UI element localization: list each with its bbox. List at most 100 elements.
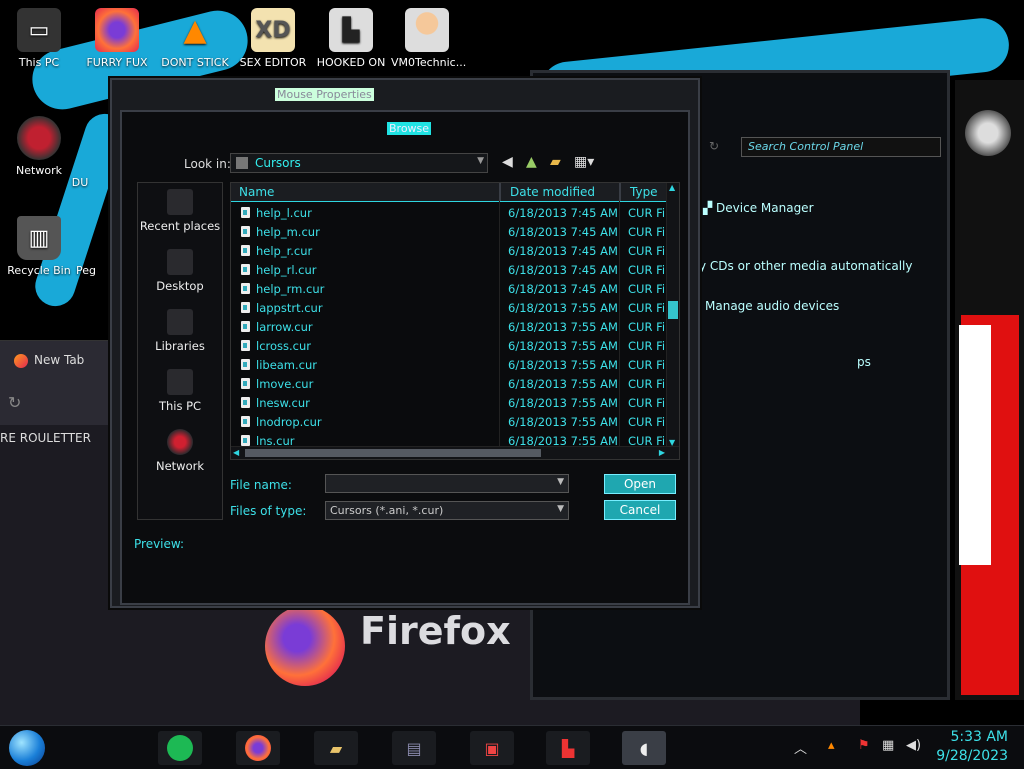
mouse-properties-window: Mouse Properties Browse Look in: Cursors…: [110, 78, 700, 608]
horizontal-scrollbar[interactable]: ◀ ▶: [231, 446, 679, 459]
taskbar-display[interactable]: ▣: [470, 731, 514, 765]
desktop-icon-this-pc[interactable]: ▭ This PC: [3, 8, 75, 69]
file-name: larrow.cur: [256, 320, 313, 334]
look-in-dropdown[interactable]: Cursors ▼: [230, 153, 488, 173]
reload-icon[interactable]: ↻: [8, 393, 21, 412]
cursor-file-icon: [241, 207, 250, 218]
recent-places-icon: [167, 189, 193, 215]
manage-audio-link[interactable]: Manage audio devices: [705, 299, 839, 313]
taskbar-firefox[interactable]: [236, 731, 280, 765]
desktop-icon-peg[interactable]: Peg: [66, 264, 106, 277]
file-row[interactable]: libeam.cur 6/18/2013 7:55 AM CUR File: [231, 355, 675, 374]
desktop-icon-furry-fux[interactable]: FURRY FUX: [81, 8, 153, 69]
file-date: 6/18/2013 7:55 AM: [508, 396, 618, 410]
open-button[interactable]: Open: [604, 474, 676, 494]
file-row[interactable]: larrow.cur 6/18/2013 7:55 AM CUR File: [231, 317, 675, 336]
column-name[interactable]: Name: [239, 185, 274, 199]
cursor-file-icon: [241, 416, 250, 427]
desktop-icon-vm0technic[interactable]: VM0Technic...: [391, 8, 466, 69]
file-row[interactable]: lnesw.cur 6/18/2013 7:55 AM CUR File: [231, 393, 675, 412]
app-icon: ▙: [561, 738, 575, 758]
file-name: lnesw.cur: [256, 396, 310, 410]
new-folder-icon[interactable]: ▰: [550, 154, 561, 170]
desktop-icon-dont-stick[interactable]: ▲ DONT STICK: [159, 8, 231, 70]
file-list[interactable]: Name Date modified Type help_l.cur 6/18/2…: [230, 182, 680, 460]
view-menu-icon[interactable]: ▦▾: [574, 154, 594, 170]
taskbar-file-explorer[interactable]: ▰: [314, 731, 358, 765]
clock-time: 5:33 AM: [950, 729, 1008, 745]
file-row[interactable]: lappstrt.cur 6/18/2013 7:55 AM CUR File: [231, 298, 675, 317]
file-row[interactable]: lnodrop.cur 6/18/2013 7:55 AM CUR File: [231, 412, 675, 431]
chevron-down-icon: ▼: [477, 156, 484, 166]
firefox-tab[interactable]: New Tab: [0, 341, 110, 381]
place-network[interactable]: Network: [138, 429, 222, 473]
bookmark-item[interactable]: RE ROULETTER: [0, 431, 91, 445]
cancel-button[interactable]: Cancel: [604, 500, 676, 520]
folder-icon: [236, 157, 248, 169]
desktop-icon-recycle-bin[interactable]: ▥ Recycle Bin: [3, 216, 75, 277]
notes-app-icon: [167, 735, 193, 761]
file-type-select[interactable]: Cursors (*.ani, *.cur) ▼: [325, 501, 569, 520]
cursor-file-icon: [241, 340, 250, 351]
chevron-down-icon: ▼: [557, 477, 564, 487]
file-row[interactable]: help_r.cur 6/18/2013 7:45 AM CUR File: [231, 241, 675, 260]
place-recent[interactable]: Recent places: [138, 189, 222, 233]
back-icon[interactable]: ◀: [502, 154, 513, 170]
cursor-file-icon: [241, 435, 250, 446]
firefox-logo: [265, 606, 345, 686]
tray-network-icon[interactable]: ▦: [882, 738, 894, 753]
scroll-right-icon[interactable]: ▶: [659, 448, 665, 457]
browse-dialog: Browse Look in: Cursors ▼ ◀ ▲ ▰ ▦▾ Recen…: [120, 110, 690, 605]
file-date: 6/18/2013 7:45 AM: [508, 282, 618, 296]
tray-chevron-icon[interactable]: ︿: [794, 738, 807, 757]
file-row[interactable]: lcross.cur 6/18/2013 7:55 AM CUR File: [231, 336, 675, 355]
autoplay-link[interactable]: y CDs or other media automatically: [699, 259, 912, 273]
cp-link-ps[interactable]: ps: [857, 355, 871, 369]
start-button[interactable]: [9, 730, 45, 766]
look-in-label: Look in:: [184, 157, 231, 171]
column-date-modified[interactable]: Date modified: [510, 185, 595, 199]
place-this-pc[interactable]: This PC: [138, 369, 222, 413]
file-row[interactable]: help_rl.cur 6/18/2013 7:45 AM CUR File: [231, 260, 675, 279]
desktop-icon-network[interactable]: Network: [3, 116, 75, 177]
up-folder-icon[interactable]: ▲: [526, 154, 537, 170]
taskbar-notes-app[interactable]: [158, 731, 202, 765]
places-bar: Recent places Desktop Libraries This PC …: [137, 182, 223, 520]
taskbar-mouse-properties[interactable]: ◖: [622, 731, 666, 765]
tray-volume-icon[interactable]: ◀): [906, 738, 921, 753]
place-libraries[interactable]: Libraries: [138, 309, 222, 353]
tray-app-icon[interactable]: ▴: [828, 738, 835, 753]
control-panel-icon: ▤: [406, 738, 422, 758]
desktop-icon-sex-editor[interactable]: XD SEX EDITOR: [237, 8, 309, 69]
file-type-label: Files of type:: [230, 504, 307, 518]
taskbar-app[interactable]: ▙: [546, 731, 590, 765]
vertical-scrollbar[interactable]: ▲ ▼: [666, 183, 679, 447]
control-panel-search[interactable]: Search Control Panel: [741, 137, 941, 157]
scroll-thumb[interactable]: [668, 301, 678, 319]
device-manager-link[interactable]: ▞ Device Manager: [703, 201, 814, 215]
scroll-up-icon[interactable]: ▲: [669, 183, 675, 192]
file-name: help_rl.cur: [256, 263, 317, 277]
app-icon: ▙: [329, 8, 373, 52]
cursor-file-icon: [241, 397, 250, 408]
file-date: 6/18/2013 7:45 AM: [508, 225, 618, 239]
cursor-file-icon: [241, 283, 250, 294]
place-desktop[interactable]: Desktop: [138, 249, 222, 293]
column-type[interactable]: Type: [630, 185, 658, 199]
taskbar-clock[interactable]: 5:33 AM 9/28/2023: [936, 728, 1008, 766]
scroll-thumb[interactable]: [245, 449, 541, 457]
firefox-icon: [14, 353, 28, 368]
scroll-left-icon[interactable]: ◀: [233, 448, 239, 457]
file-row[interactable]: help_rm.cur 6/18/2013 7:45 AM CUR File: [231, 279, 675, 298]
refresh-icon[interactable]: ↻: [709, 139, 719, 153]
desktop-icon-du[interactable]: DU: [60, 176, 100, 189]
file-row[interactable]: lmove.cur 6/18/2013 7:55 AM CUR File: [231, 374, 675, 393]
file-name-input[interactable]: ▼: [325, 474, 569, 493]
desktop-icon-hooked-on[interactable]: ▙ HOOKED ON: [315, 8, 387, 69]
recycle-bin-icon: ▥: [17, 216, 61, 260]
file-row[interactable]: help_m.cur 6/18/2013 7:45 AM CUR File: [231, 222, 675, 241]
taskbar-control-panel[interactable]: ▤: [392, 731, 436, 765]
tray-flag-icon[interactable]: ⚑: [858, 738, 870, 753]
file-date: 6/18/2013 7:45 AM: [508, 206, 618, 220]
file-row[interactable]: help_l.cur 6/18/2013 7:45 AM CUR File: [231, 203, 675, 222]
